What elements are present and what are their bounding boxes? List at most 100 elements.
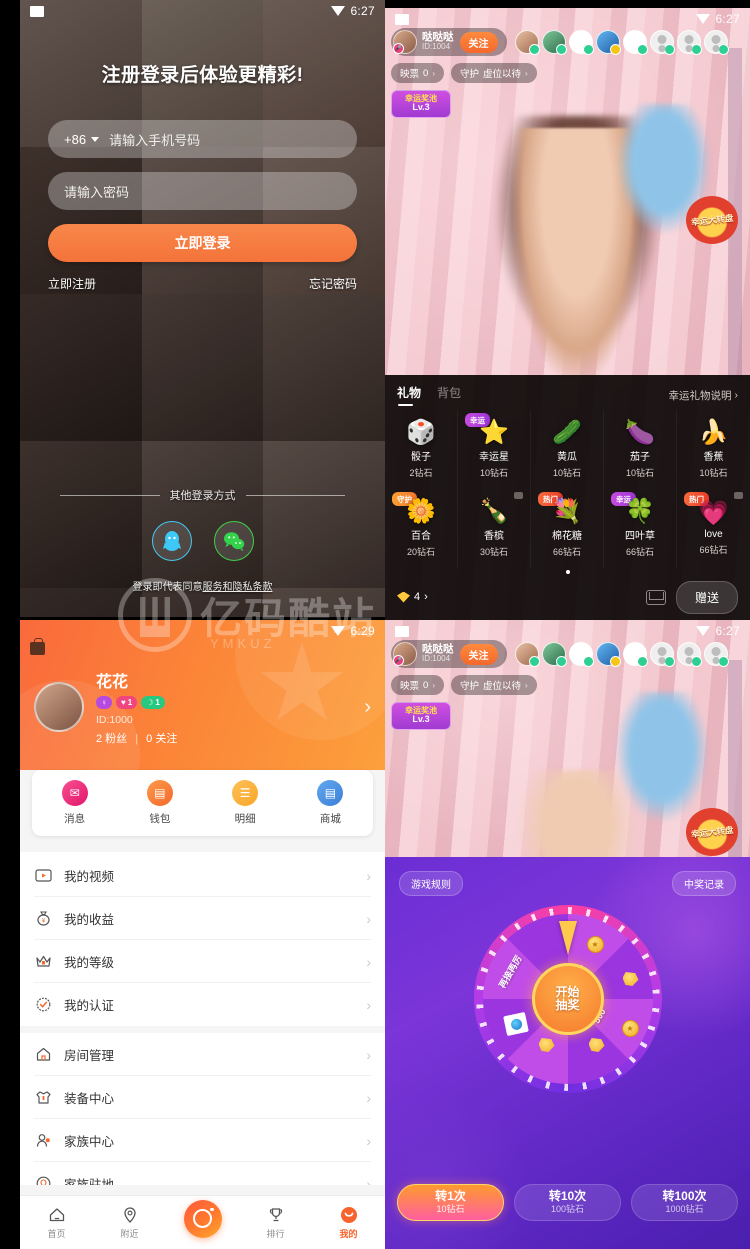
gift-item[interactable]: 幸运 🍀 四叶草 66钻石 [604, 489, 677, 568]
qq-login-button[interactable] [151, 521, 192, 561]
prize-wheel[interactable]: ★ 200 ★ 500 再接再厉 开始 抽奖 [473, 905, 662, 1093]
viewer-avatars[interactable] [514, 642, 729, 667]
wechat-login-button[interactable] [213, 521, 254, 561]
viewer-avatar[interactable] [622, 30, 648, 55]
diamond-balance[interactable]: 4 › [397, 591, 428, 603]
ticket-tag[interactable]: 映票 0 › [391, 675, 444, 695]
level-dot-icon [636, 44, 648, 55]
menu-item-equipment-center[interactable]: 装备中心 › [20, 1076, 385, 1119]
menu-item-my-verification[interactable]: 我的认证 › [20, 983, 385, 1026]
menu-item-family-base[interactable]: 家族驻地 › [20, 1162, 385, 1185]
chevron-down-icon[interactable] [91, 136, 100, 142]
guardian-tag[interactable]: 守护 虚位以待 › [450, 675, 537, 695]
viewer-avatar[interactable] [676, 30, 702, 55]
password-input[interactable]: 请输入密码 [48, 172, 357, 210]
viewer-avatar[interactable] [541, 642, 567, 667]
lucky-pool-badge[interactable]: 幸运奖池 Lv.3 [391, 90, 451, 118]
follow-button[interactable]: 关注 [459, 643, 498, 665]
viewer-avatar[interactable] [595, 30, 621, 55]
chevron-right-icon[interactable]: › [364, 696, 371, 719]
host-info-pill[interactable]: 🎤 哒哒哒 ID:1004 关注 [391, 640, 507, 668]
viewer-avatar[interactable] [595, 642, 621, 667]
profile-stats[interactable]: 2 粉丝 | 0 关注 [96, 730, 177, 746]
tab-camera[interactable] [166, 1199, 239, 1238]
spin-10-button[interactable]: 转10次 100钻石 [514, 1184, 621, 1221]
quick-action-wallet[interactable]: ▤ 钱包 [117, 780, 202, 826]
chevron-right-icon: › [734, 389, 739, 401]
spin-start-button[interactable]: 开始 抽奖 [531, 963, 604, 1035]
viewer-avatar[interactable] [514, 30, 540, 55]
location-icon [34, 1174, 53, 1185]
tab-backpack[interactable]: 背包 [437, 384, 461, 406]
viewer-avatar[interactable] [703, 30, 729, 55]
host-avatar[interactable]: 🎤 [393, 642, 417, 666]
tab-gifts[interactable]: 礼物 [397, 384, 421, 406]
forgot-password-link[interactable]: 忘记密码 [309, 275, 357, 292]
login-button[interactable]: 立即登录 [48, 224, 357, 262]
game-rules-button[interactable]: 游戏规则 [399, 871, 463, 896]
viewer-avatar[interactable] [541, 30, 567, 55]
level-dot-icon [582, 44, 594, 55]
profile-user-block[interactable]: 花花 ♀ ♥ 1 ☽ 1 ID:1000 2 粉丝 | 0 关注 › [34, 668, 371, 746]
camera-icon[interactable] [183, 1199, 222, 1238]
lucky-wheel-panel: 游戏规则 中奖记录 ★ 200 ★ 500 再接再厉 开 [385, 857, 750, 1249]
gift-item[interactable]: 🍌 香蕉 10钻石 [677, 410, 750, 489]
page-dot[interactable] [565, 570, 570, 574]
gift-item[interactable]: 🥒 黄瓜 10钻石 [531, 410, 604, 489]
menu-item-my-earnings[interactable]: ¥ 我的收益 › [20, 897, 385, 940]
host-avatar[interactable]: 🎤 [393, 30, 417, 54]
quick-action-shop[interactable]: ▤ 商城 [288, 780, 373, 826]
lucky-pool-badge[interactable]: 幸运奖池 Lv.3 [391, 702, 451, 730]
tab-home[interactable]: 首页 [20, 1205, 93, 1240]
quick-action-messages[interactable]: ✉ 消息 [32, 780, 117, 826]
gift-name: 茄子 [630, 451, 650, 463]
gift-item[interactable]: 🎲 骰子 2钻石 [385, 410, 458, 489]
win-records-button[interactable]: 中奖记录 [672, 871, 736, 896]
viewer-avatar[interactable] [703, 642, 729, 667]
lucky-wheel-entry-icon[interactable]: 幸运大转盘 [686, 196, 738, 244]
register-link[interactable]: 立即注册 [48, 275, 96, 292]
envelope-icon[interactable] [645, 589, 666, 605]
gift-item[interactable]: 🍆 茄子 10钻石 [604, 410, 677, 489]
spin-1-button[interactable]: 转1次 10钻石 [397, 1184, 504, 1221]
lucky-wheel-entry-icon[interactable]: 幸运大转盘 [686, 808, 738, 856]
viewer-avatars[interactable] [514, 30, 729, 55]
ticket-tag[interactable]: 映票 0 › [391, 63, 444, 83]
gift-item[interactable]: 热门 💐 棉花糖 66钻石 [531, 489, 604, 568]
tab-nearby[interactable]: 附近 [93, 1205, 166, 1240]
agreement-link[interactable]: 服务和隐私条款 [203, 582, 273, 593]
gift-item[interactable]: 🍾 香槟 30钻石 [458, 489, 531, 568]
country-code[interactable]: +86 [64, 132, 86, 147]
viewer-avatar[interactable] [649, 30, 675, 55]
avatar[interactable] [34, 682, 84, 732]
bag-icon[interactable] [30, 638, 45, 655]
menu-item-room-management[interactable]: 房间管理 › [20, 1033, 385, 1076]
lucky-gift-help-link[interactable]: 幸运礼物说明 › [669, 388, 739, 403]
viewer-avatar[interactable] [568, 30, 594, 55]
chevron-right-icon: › [366, 1175, 371, 1186]
viewer-avatar[interactable] [622, 642, 648, 667]
gift-item[interactable]: 守护 🌼 百合 20钻石 [385, 489, 458, 568]
viewer-avatar[interactable] [568, 642, 594, 667]
host-info-pill[interactable]: 🎤 哒哒哒 ID:1004 关注 [391, 28, 507, 56]
menu-divider [20, 1026, 385, 1033]
tab-ranking[interactable]: 排行 [239, 1205, 312, 1240]
send-gift-button[interactable]: 赠送 [675, 580, 738, 614]
menu-item-my-level[interactable]: 我的等级 › [20, 940, 385, 983]
menu-item-family-center[interactable]: 家族中心 › [20, 1119, 385, 1162]
balance-value: 4 [414, 591, 421, 603]
viewer-avatar[interactable] [649, 642, 675, 667]
tab-profile[interactable]: 我的 [312, 1205, 385, 1240]
follow-button[interactable]: 关注 [459, 31, 498, 53]
spin-100-button[interactable]: 转100次 1000钻石 [631, 1184, 738, 1221]
phone-input[interactable]: +86 请输入手机号码 [48, 120, 357, 158]
menu-item-my-videos[interactable]: 我的视频 › [20, 854, 385, 897]
ticket-label: 映票 [400, 69, 420, 80]
viewer-avatar[interactable] [676, 642, 702, 667]
guardian-tag[interactable]: 守护 虚位以待 › [450, 63, 537, 83]
viewer-avatar[interactable] [514, 642, 540, 667]
quick-action-bill[interactable]: ☰ 明细 [203, 780, 288, 826]
gift-page-dots[interactable] [385, 568, 750, 578]
gift-item[interactable]: 幸运 ⭐ 幸运星 10钻石 [458, 410, 531, 489]
gift-item[interactable]: 热门 💗 love 66钻石 [677, 489, 750, 568]
